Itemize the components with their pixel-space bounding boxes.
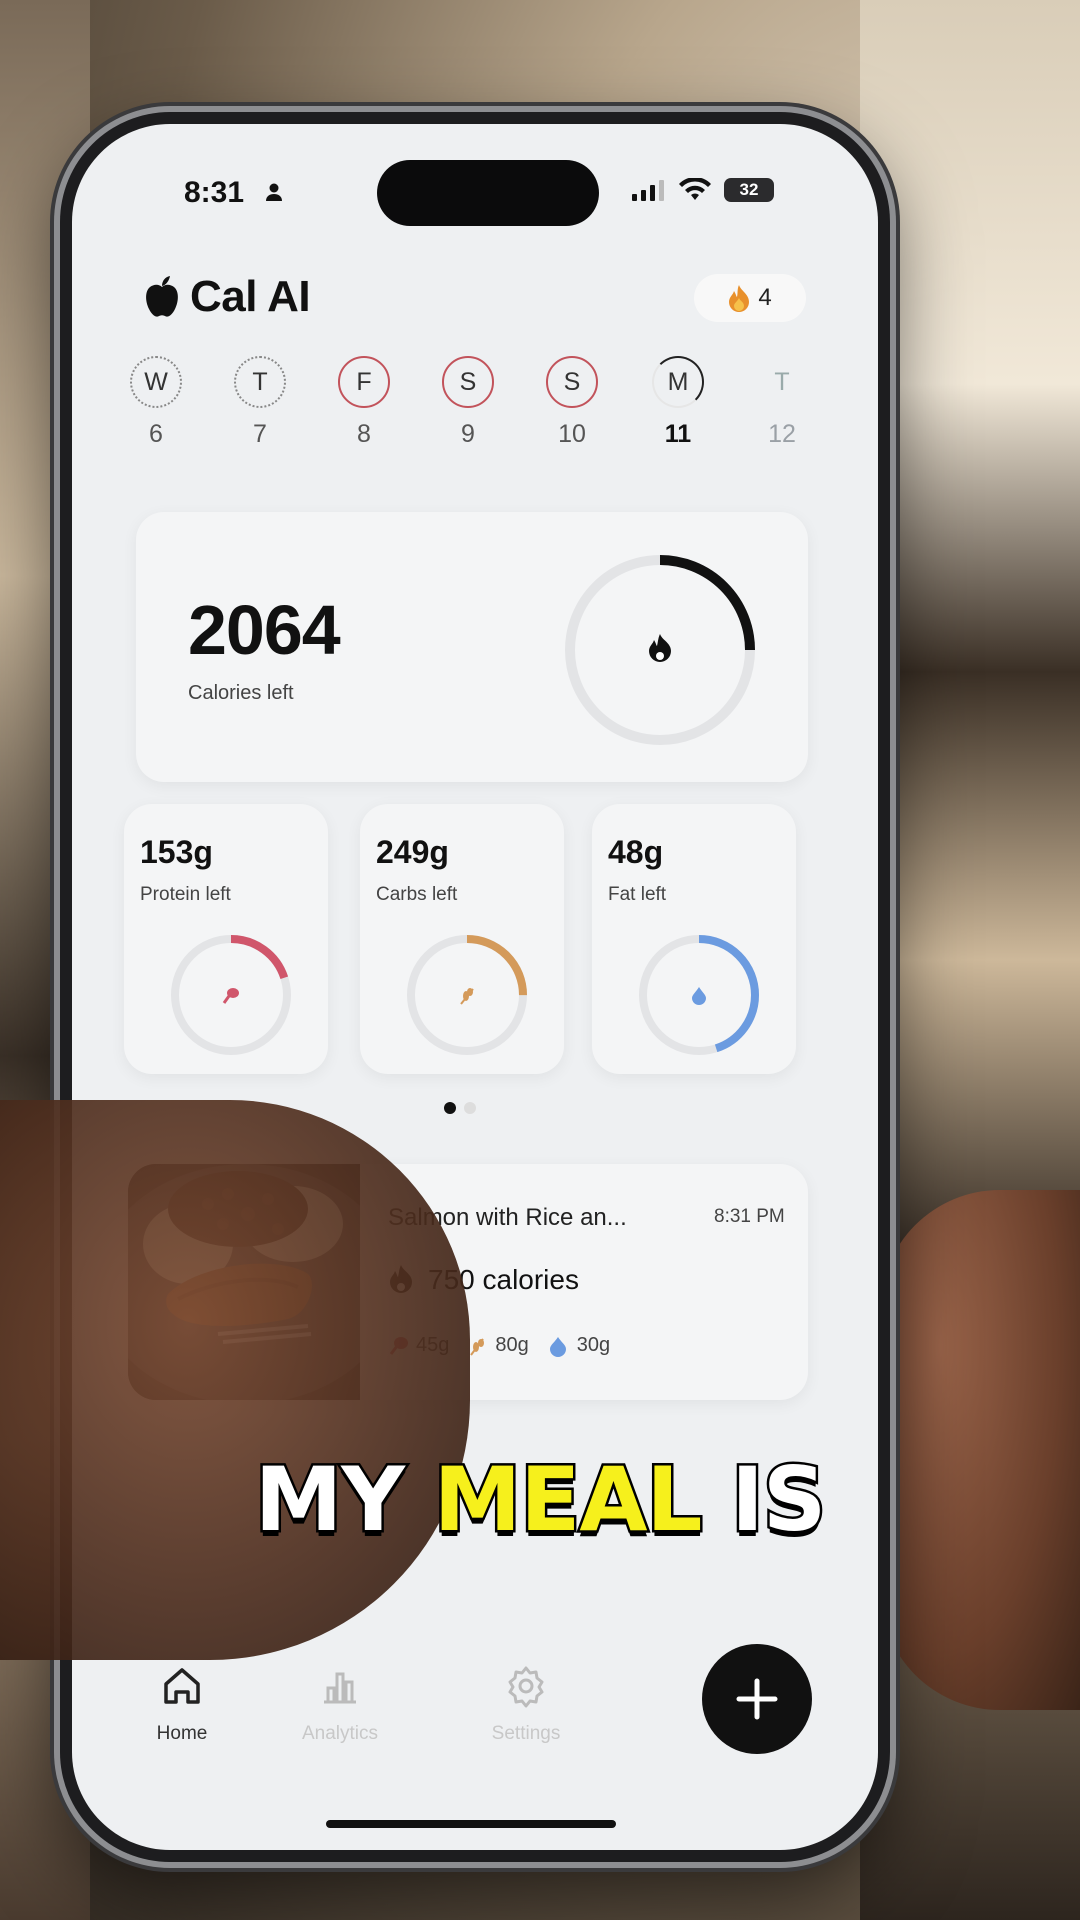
meal-time: 8:31 PM <box>714 1206 785 1227</box>
day-number: 6 <box>149 420 163 448</box>
day-number: 11 <box>664 420 692 448</box>
wifi-icon <box>679 178 711 200</box>
nav-settings-label: Settings <box>491 1723 561 1744</box>
week-day-strip: W 6 T 7 F 8 S 9 S 10 M 11 T 12 <box>126 356 826 466</box>
day-12[interactable]: T 12 <box>752 356 812 449</box>
wheat-icon <box>460 988 474 1005</box>
add-button[interactable] <box>702 1644 812 1754</box>
app-title-text: Cal AI <box>190 272 311 321</box>
day-10[interactable]: S 10 <box>542 356 602 449</box>
status-time: 8:31 <box>184 176 245 209</box>
hand-left <box>0 1100 470 1660</box>
day-number: 12 <box>768 420 796 448</box>
meal-fat-value: 30g <box>576 1334 611 1356</box>
macro-label: Fat left <box>608 884 667 905</box>
page-dot <box>464 1102 476 1114</box>
drop-icon <box>692 987 706 1005</box>
caption-highlight: MEAL <box>431 1446 705 1554</box>
macro-label: Protein left <box>140 884 231 905</box>
streak-count: 4 <box>758 284 772 311</box>
macro-progress-ring <box>639 935 759 1055</box>
macro-card-0[interactable]: 153g Protein left <box>124 804 328 1074</box>
nav-settings[interactable]: Settings <box>456 1664 596 1745</box>
page-indicator[interactable] <box>444 1102 476 1114</box>
meal-fat: 30g <box>547 1334 610 1357</box>
dynamic-island <box>377 160 599 226</box>
battery-icon: 32 <box>724 178 774 202</box>
day-letter: M <box>652 356 704 408</box>
day-letter: T <box>234 356 286 408</box>
macro-progress-ring <box>407 935 527 1055</box>
meal-carbs: 80g <box>467 1334 529 1357</box>
calories-left-value: 2064 <box>188 591 341 669</box>
macro-value: 153g <box>140 834 213 870</box>
signal-icon <box>632 180 664 201</box>
person-icon <box>266 183 282 201</box>
day-letter: S <box>442 356 494 408</box>
day-8[interactable]: F8 <box>334 356 394 449</box>
day-letter: T <box>774 367 790 396</box>
nav-home-label: Home <box>156 1723 208 1744</box>
calories-progress-ring <box>565 555 755 745</box>
nav-home[interactable]: Home <box>112 1664 252 1745</box>
day-number: 10 <box>558 420 586 448</box>
nav-analytics[interactable]: Analytics <box>270 1664 410 1745</box>
calories-left-label: Calories left <box>188 682 294 704</box>
day-11[interactable]: M 11 <box>648 356 708 449</box>
bar-chart-icon <box>324 1672 356 1704</box>
fire-icon <box>729 285 750 312</box>
macro-card-1[interactable]: 249g Carbs left <box>360 804 564 1074</box>
macro-progress-ring <box>171 935 291 1055</box>
day-9[interactable]: S9 <box>438 356 498 449</box>
page-dot-active <box>444 1102 456 1114</box>
plus-icon <box>736 1678 778 1720</box>
macro-label: Carbs left <box>376 884 458 905</box>
home-icon <box>164 1668 200 1704</box>
macro-card-2[interactable]: 48g Fat left <box>592 804 796 1074</box>
macro-value: 48g <box>608 834 664 870</box>
meal-carbs-value: 80g <box>495 1334 529 1356</box>
flame-icon <box>649 634 671 662</box>
drumstick-icon <box>222 988 239 1004</box>
video-caption: MY MEAL IS <box>0 1446 1080 1554</box>
day-number: 7 <box>253 420 267 448</box>
day-6[interactable]: W6 <box>126 356 186 449</box>
nav-analytics-label: Analytics <box>301 1723 379 1744</box>
gear-icon <box>508 1666 544 1708</box>
app-title: Cal AI <box>142 272 311 322</box>
macro-value: 249g <box>376 834 449 870</box>
caption-part1: MY <box>252 1446 434 1554</box>
day-letter: F <box>338 356 390 408</box>
streak-badge[interactable]: 4 <box>694 274 806 322</box>
day-number: 8 <box>357 420 371 448</box>
status-icons: 32 <box>632 178 774 202</box>
drop-icon <box>549 1336 566 1357</box>
day-letter: S <box>546 356 598 408</box>
caption-part2: IS <box>701 1446 829 1554</box>
day-number: 9 <box>461 420 475 448</box>
day-letter: W <box>130 356 182 408</box>
day-7[interactable]: T7 <box>230 356 290 449</box>
calories-card[interactable]: 2064 Calories left <box>136 512 808 782</box>
wheat-icon <box>470 1337 485 1356</box>
home-indicator[interactable] <box>326 1820 616 1828</box>
apple-logo-icon <box>146 276 178 317</box>
